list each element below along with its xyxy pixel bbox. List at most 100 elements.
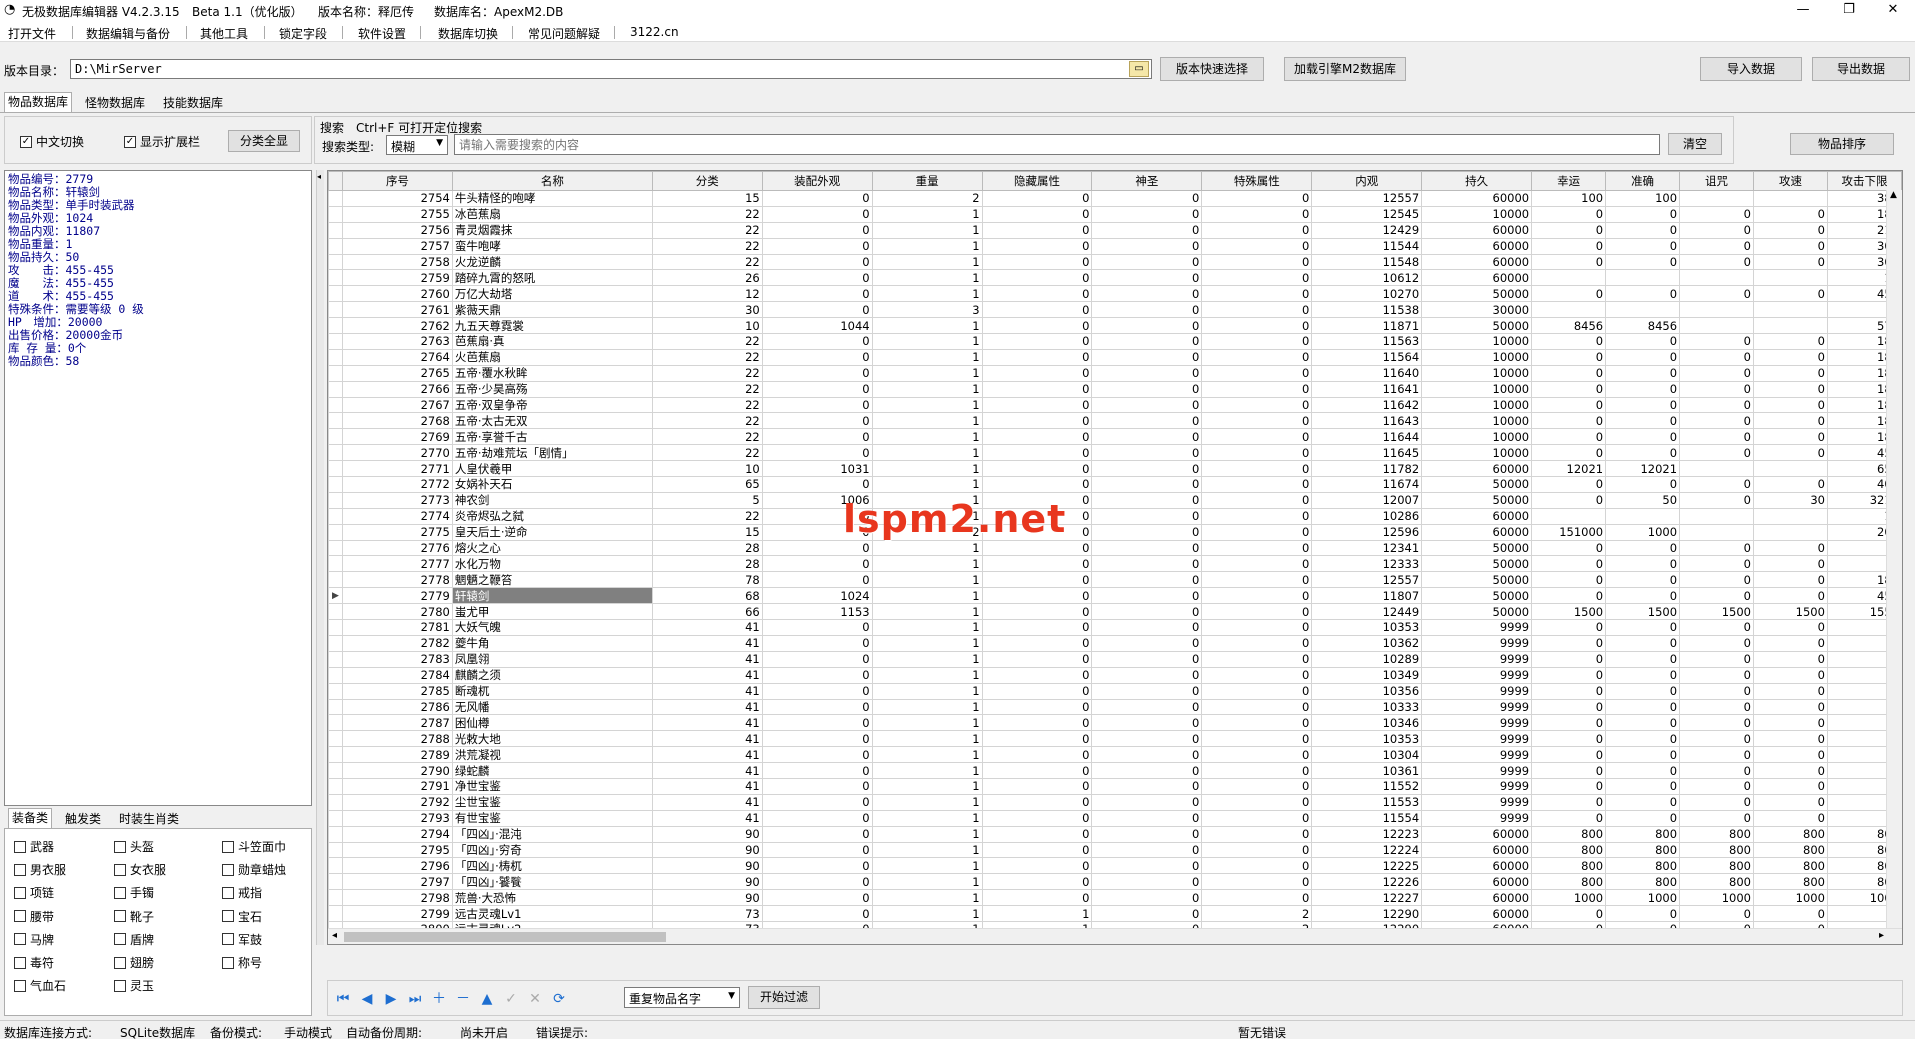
table-cell[interactable]: 0 bbox=[1531, 285, 1607, 303]
table-cell[interactable]: 30000 bbox=[1421, 301, 1533, 319]
table-cell[interactable]: 28 bbox=[651, 555, 763, 573]
table-cell[interactable]: 1 bbox=[871, 809, 983, 827]
table-cell[interactable]: 90 bbox=[651, 889, 763, 907]
table-cell[interactable]: 60000 bbox=[1421, 857, 1533, 875]
table-cell[interactable]: 0 bbox=[1201, 412, 1313, 430]
table-cell[interactable]: 0 bbox=[761, 539, 873, 557]
table-row[interactable]: 2754牛头精怪的咆哮15020001255760000100100386 bbox=[328, 190, 1902, 207]
table-cell[interactable]: 2780 bbox=[341, 603, 453, 621]
table-cell[interactable] bbox=[1753, 269, 1828, 287]
table-row[interactable]: 2756青灵烟霞抹220100012429600000000211 bbox=[328, 221, 1902, 239]
table-cell[interactable]: 10000 bbox=[1421, 444, 1533, 462]
table-cell[interactable]: 0 bbox=[1679, 762, 1754, 779]
table-cell[interactable]: 2797 bbox=[341, 873, 453, 891]
table-cell[interactable]: 0 bbox=[1091, 348, 1203, 366]
table-cell[interactable]: 0 bbox=[1531, 412, 1607, 430]
table-cell[interactable]: 1500 bbox=[1679, 603, 1754, 621]
table-cell[interactable]: 0 bbox=[1201, 793, 1313, 811]
table-cell[interactable]: 50000 bbox=[1421, 285, 1533, 303]
column-header[interactable]: 幸运 bbox=[1531, 171, 1607, 191]
table-cell[interactable]: 0 bbox=[1531, 205, 1607, 223]
table-cell[interactable]: 火芭蕉扇 bbox=[451, 348, 653, 366]
table-cell[interactable]: 0 bbox=[1091, 301, 1203, 319]
table-cell[interactable] bbox=[1753, 507, 1828, 525]
table-cell[interactable]: 0 bbox=[1531, 237, 1607, 255]
table-row[interactable]: 2790绿蛇麟410100010361999900000 bbox=[328, 762, 1902, 779]
table-cell[interactable]: 41 bbox=[651, 777, 763, 795]
table-cell[interactable]: 50000 bbox=[1421, 317, 1533, 335]
table-cell[interactable]: 0 bbox=[1531, 380, 1607, 398]
table-cell[interactable]: 0 bbox=[1201, 603, 1313, 621]
table-cell[interactable]: 0 bbox=[1753, 539, 1828, 557]
table-cell[interactable]: 0 bbox=[1091, 825, 1203, 843]
table-cell[interactable]: 1 bbox=[871, 364, 983, 382]
table-cell[interactable]: 1 bbox=[871, 428, 983, 446]
table-cell[interactable]: 2768 bbox=[341, 412, 453, 430]
table-cell[interactable]: 10289 bbox=[1311, 650, 1423, 668]
table-cell[interactable] bbox=[1605, 301, 1681, 319]
table-cell[interactable]: 60000 bbox=[1421, 269, 1533, 287]
table-cell[interactable]: 90 bbox=[651, 841, 763, 859]
table-cell[interactable] bbox=[1753, 523, 1828, 541]
table-row[interactable]: 2767五帝·双皇争帝220100011642100000000188 bbox=[328, 396, 1902, 414]
category-checkbox[interactable]: 灵玉 bbox=[114, 977, 154, 994]
menu-data-edit[interactable]: 数据编辑与备份 bbox=[86, 25, 170, 42]
table-cell[interactable] bbox=[1679, 190, 1754, 207]
table-cell[interactable]: 0 bbox=[1201, 285, 1313, 303]
table-cell[interactable]: 1024 bbox=[761, 587, 873, 605]
table-row[interactable]: 2755冰芭蕉扇220100012545100000000188 bbox=[328, 205, 1902, 223]
table-cell[interactable]: 41 bbox=[651, 619, 763, 636]
minimize-icon[interactable]: — bbox=[1780, 0, 1826, 22]
table-cell[interactable]: 5 bbox=[651, 491, 763, 509]
menu-faq[interactable]: 常见问题解疑 bbox=[528, 25, 600, 42]
table-cell[interactable] bbox=[1679, 317, 1754, 335]
menu-db-switch[interactable]: 数据库切换 bbox=[438, 25, 498, 42]
table-row[interactable]: 2761 紫薇天鼎 30 0 3 0 0 0 11538 30000 bbox=[328, 301, 1902, 319]
table-cell[interactable]: 90 bbox=[651, 857, 763, 875]
table-cell[interactable]: 11564 bbox=[1311, 348, 1423, 366]
table-cell[interactable]: 8456 bbox=[1531, 317, 1607, 335]
table-cell[interactable]: 水化万物 bbox=[451, 555, 653, 573]
table-cell[interactable]: 10000 bbox=[1421, 428, 1533, 446]
table-cell[interactable]: 11871 bbox=[1311, 317, 1423, 335]
table-row[interactable]: 2782夔牛角410100010362999900000 bbox=[328, 634, 1902, 652]
table-cell[interactable]: 1000 bbox=[1679, 889, 1754, 907]
table-cell[interactable] bbox=[1531, 269, 1607, 287]
table-cell[interactable]: 11782 bbox=[1311, 460, 1423, 478]
table-cell[interactable]: 0 bbox=[761, 237, 873, 255]
table-cell[interactable]: 10304 bbox=[1311, 746, 1423, 764]
table-cell[interactable]: 0 bbox=[1531, 539, 1607, 557]
table-cell[interactable]: 0 bbox=[1201, 777, 1313, 795]
table-cell[interactable]: 0 bbox=[1531, 491, 1607, 509]
table-cell[interactable]: 0 bbox=[1605, 285, 1681, 303]
table-cell[interactable]: 0 bbox=[1679, 364, 1754, 382]
category-checkbox[interactable]: 女衣服 bbox=[114, 861, 166, 878]
table-cell[interactable]: 28 bbox=[651, 539, 763, 557]
table-cell[interactable]: 12290 bbox=[1311, 905, 1423, 922]
table-cell[interactable]: 0 bbox=[1201, 730, 1313, 748]
table-cell[interactable]: 0 bbox=[1753, 348, 1828, 366]
table-cell[interactable]: 10000 bbox=[1421, 380, 1533, 398]
table-cell[interactable]: 0 bbox=[761, 619, 873, 636]
table-cell[interactable]: 0 bbox=[1531, 253, 1607, 271]
table-cell[interactable]: 0 bbox=[1091, 809, 1203, 827]
path-input[interactable]: D:\MirServer ▭ bbox=[70, 59, 1152, 79]
table-cell[interactable]: 0 bbox=[1091, 428, 1203, 446]
table-cell[interactable]: 2770 bbox=[341, 444, 453, 462]
table-cell[interactable]: 0 bbox=[1091, 364, 1203, 382]
table-cell[interactable]: 0 bbox=[1753, 364, 1828, 382]
table-cell[interactable]: 2755 bbox=[341, 205, 453, 223]
table-cell[interactable]: 0 bbox=[981, 650, 1093, 668]
table-cell[interactable]: 0 bbox=[1091, 539, 1203, 557]
table-cell[interactable]: 10000 bbox=[1421, 333, 1533, 350]
table-cell[interactable]: 73 bbox=[651, 905, 763, 922]
table-cell[interactable]: 0 bbox=[1201, 190, 1313, 207]
table-cell[interactable]: 0 bbox=[981, 571, 1093, 589]
table-cell[interactable]: 0 bbox=[761, 476, 873, 493]
panel-splitter[interactable]: ◂ bbox=[316, 170, 324, 945]
table-cell[interactable]: 41 bbox=[651, 682, 763, 700]
table-cell[interactable]: 0 bbox=[1201, 253, 1313, 271]
category-checkbox[interactable]: 戒指 bbox=[222, 884, 262, 901]
table-cell[interactable]: 2783 bbox=[341, 650, 453, 668]
table-cell[interactable]: 2761 bbox=[341, 301, 453, 319]
